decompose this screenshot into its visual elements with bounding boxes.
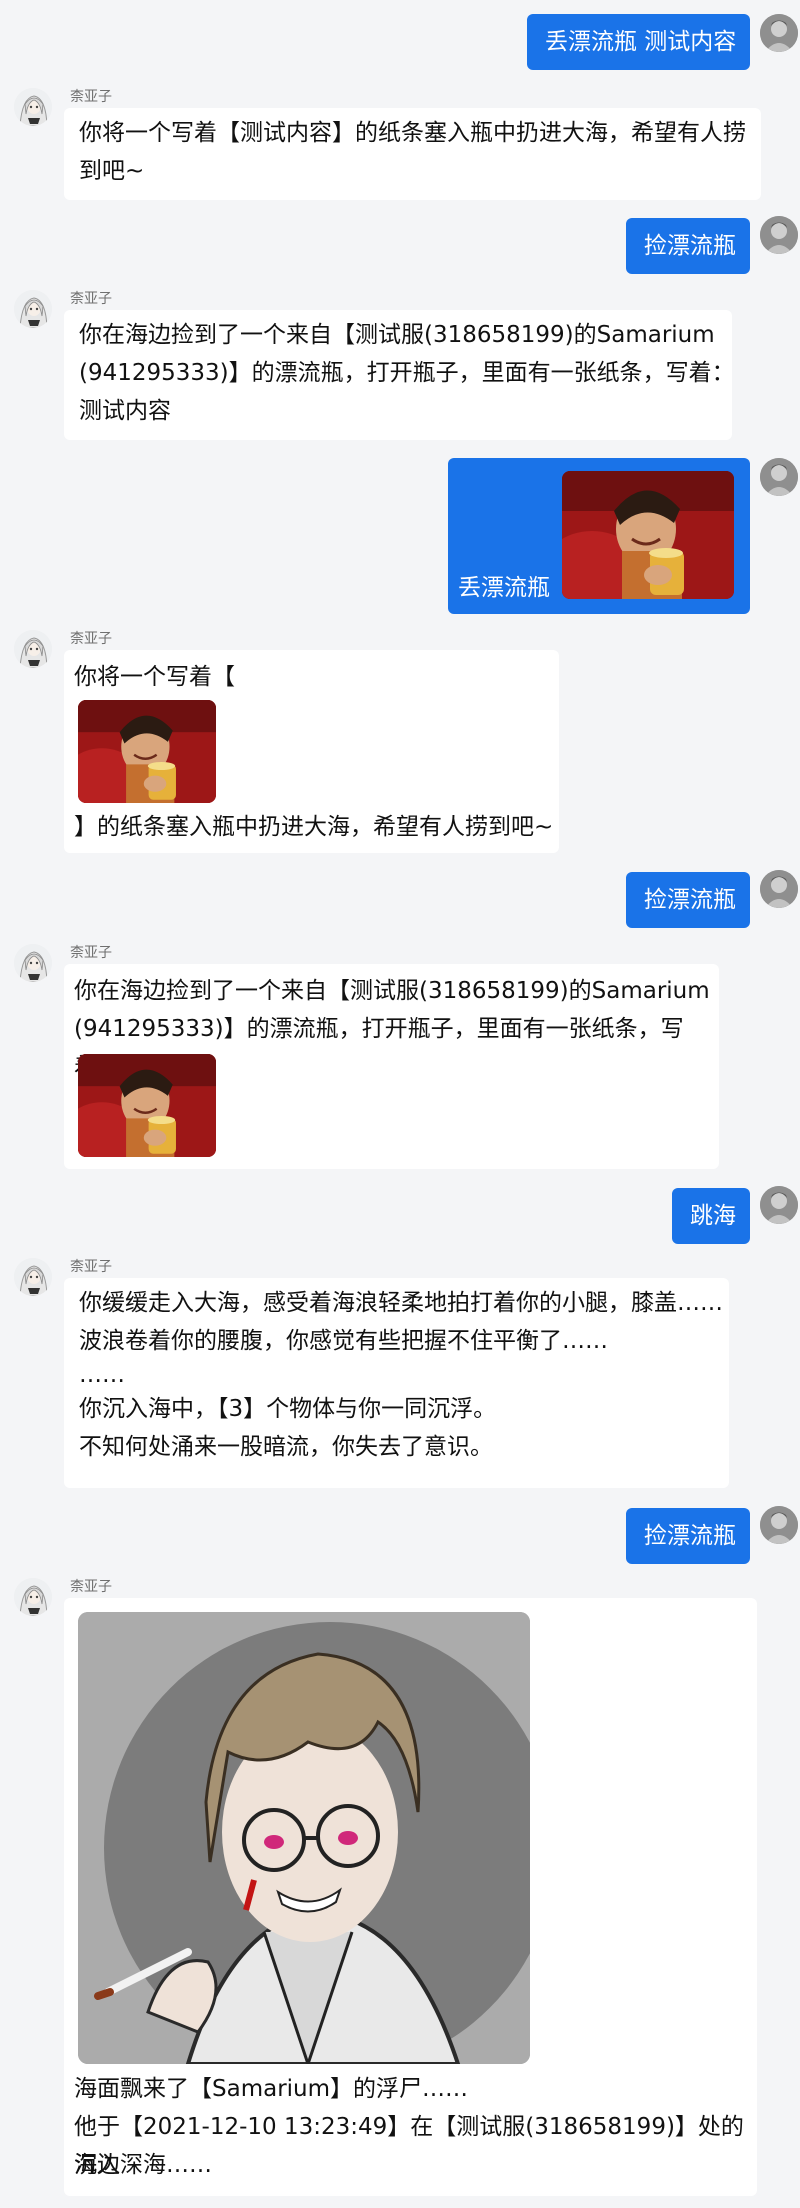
user-message-text: 丢漂流瓶: [458, 575, 550, 601]
user-message-bubble[interactable]: 捡漂流瓶: [626, 1508, 750, 1564]
meme-image[interactable]: [78, 700, 216, 803]
bot-message-line: 你在海边捡到了一个来自【测试服(318658199)的Samarium: [79, 322, 715, 348]
bot-avatar-icon[interactable]: [14, 944, 52, 982]
bot-name-label: 柰亚子: [70, 1259, 112, 1275]
bot-message-line: 你将一个写着【测试内容】的纸条塞入瓶中扔进大海，希望有人捞: [79, 120, 746, 146]
bot-message-bubble: 你缓缓走入大海，感受着海浪轻柔地拍打着你的小腿，膝盖…… 波浪卷着你的腰腹，你感…: [64, 1278, 729, 1488]
bot-message-line: 波浪卷着你的腰腹，你感觉有些把握不住平衡了……: [79, 1328, 608, 1354]
user-avatar-icon[interactable]: [760, 870, 798, 908]
user-message-bubble[interactable]: 丢漂流瓶 测试内容: [527, 14, 750, 70]
bot-message-line: 海面飘来了【Samarium】的浮尸……: [74, 2076, 469, 2102]
bot-message-line: 到吧~: [79, 158, 145, 184]
bot-image-message-bubble: 你将一个写着【 】的纸条塞入瓶中扔进大海，希望有人捞到吧~: [64, 650, 559, 853]
user-message-text: 捡漂流瓶: [644, 233, 736, 259]
meme-image[interactable]: [78, 1054, 216, 1157]
bot-message-line: 你缓缓走入大海，感受着海浪轻柔地拍打着你的小腿，膝盖……: [79, 1290, 723, 1316]
user-message-text: 丢漂流瓶 测试内容: [545, 29, 737, 55]
bot-name-label: 柰亚子: [70, 291, 112, 307]
bot-avatar-icon[interactable]: [14, 88, 52, 126]
bot-avatar-icon[interactable]: [14, 1258, 52, 1296]
bot-avatar-icon[interactable]: [14, 1578, 52, 1616]
bot-avatar-icon[interactable]: [14, 630, 52, 668]
bot-message-line: 】的纸条塞入瓶中扔进大海，希望有人捞到吧~: [74, 814, 554, 840]
bot-name-label: 柰亚子: [70, 945, 112, 961]
meme-image[interactable]: [562, 471, 734, 599]
user-message-bubble[interactable]: 捡漂流瓶: [626, 872, 750, 928]
user-image-message-bubble[interactable]: 丢漂流瓶: [448, 458, 750, 614]
user-avatar-icon[interactable]: [760, 458, 798, 496]
user-message-text: 跳海: [690, 1203, 736, 1229]
user-message-bubble[interactable]: 捡漂流瓶: [626, 218, 750, 274]
bot-message-line: 你将一个写着【: [74, 664, 235, 690]
user-message-text: 捡漂流瓶: [644, 1523, 736, 1549]
bot-name-label: 柰亚子: [70, 89, 112, 105]
bot-message-line: 不知何处涌来一股暗流，你失去了意识。: [79, 1434, 493, 1460]
bot-image-message-bubble: 你在海边捡到了一个来自【测试服(318658199)的Samarium (941…: [64, 964, 719, 1169]
user-avatar-icon[interactable]: [760, 14, 798, 52]
bot-image-message-bubble: 海面飘来了【Samarium】的浮尸…… 他于【2021-12-10 13:23…: [64, 1598, 757, 2196]
bot-message-line: 测试内容: [79, 398, 171, 424]
portrait-image[interactable]: [78, 1612, 530, 2064]
bot-name-label: 柰亚子: [70, 1579, 112, 1595]
bot-message-line: 沉入深海……: [74, 2152, 212, 2178]
user-message-bubble[interactable]: 跳海: [672, 1188, 750, 1244]
user-avatar-icon[interactable]: [760, 1506, 798, 1544]
user-message-text: 捡漂流瓶: [644, 887, 736, 913]
user-avatar-icon[interactable]: [760, 216, 798, 254]
bot-avatar-icon[interactable]: [14, 290, 52, 328]
user-avatar-icon[interactable]: [760, 1186, 798, 1224]
bot-message-bubble: 你在海边捡到了一个来自【测试服(318658199)的Samarium (941…: [64, 310, 735, 440]
bot-name-label: 柰亚子: [70, 631, 112, 647]
bot-message-bubble: 你将一个写着【测试内容】的纸条塞入瓶中扔进大海，希望有人捞 到吧~: [64, 108, 761, 200]
bot-message-line: (941295333)】的漂流瓶，打开瓶子，里面有一张纸条，写着：: [79, 360, 735, 386]
bot-message-line: ……: [79, 1362, 125, 1388]
bot-message-line: 你在海边捡到了一个来自【测试服(318658199)的Samarium: [74, 978, 710, 1004]
bot-message-line: 你沉入海中，【3】个物体与你一同沉浮。: [79, 1396, 497, 1422]
